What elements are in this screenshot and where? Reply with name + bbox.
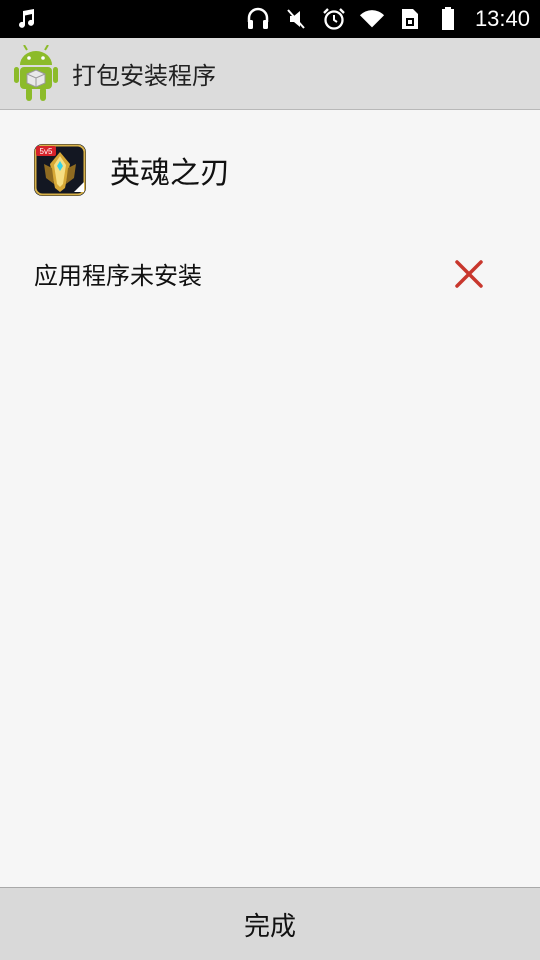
app-name: 英魂之刃 xyxy=(110,156,230,191)
close-icon xyxy=(454,259,484,289)
game-icon-badge: 5v5 xyxy=(40,147,53,156)
done-button[interactable]: 完成 xyxy=(0,888,540,960)
status-right: 13:40 xyxy=(245,6,530,32)
alarm-icon xyxy=(321,6,347,32)
status-time: 13:40 xyxy=(474,6,530,31)
action-bar: 打包安装程序 xyxy=(0,38,540,110)
status-left xyxy=(14,6,40,32)
sim-icon xyxy=(397,6,423,32)
bottom-bar: 完成 xyxy=(0,887,540,960)
app-info-row: 5v5 英魂之刃 xyxy=(34,144,230,196)
status-bar: 13:40 xyxy=(0,0,540,38)
wifi-icon xyxy=(359,6,385,32)
install-result-row: 应用程序未安装 xyxy=(34,256,484,291)
battery-icon xyxy=(435,6,461,32)
install-result-message: 应用程序未安装 xyxy=(34,262,202,290)
headphones-icon xyxy=(245,6,271,32)
game-app-icon: 5v5 xyxy=(34,144,86,196)
android-installer-icon xyxy=(14,44,58,104)
content-area: 5v5 英魂之刃 应用程序未安装 xyxy=(0,110,540,888)
page-title: 打包安装程序 xyxy=(72,62,216,90)
vibrate-off-icon xyxy=(283,6,309,32)
music-note-icon xyxy=(14,6,40,32)
